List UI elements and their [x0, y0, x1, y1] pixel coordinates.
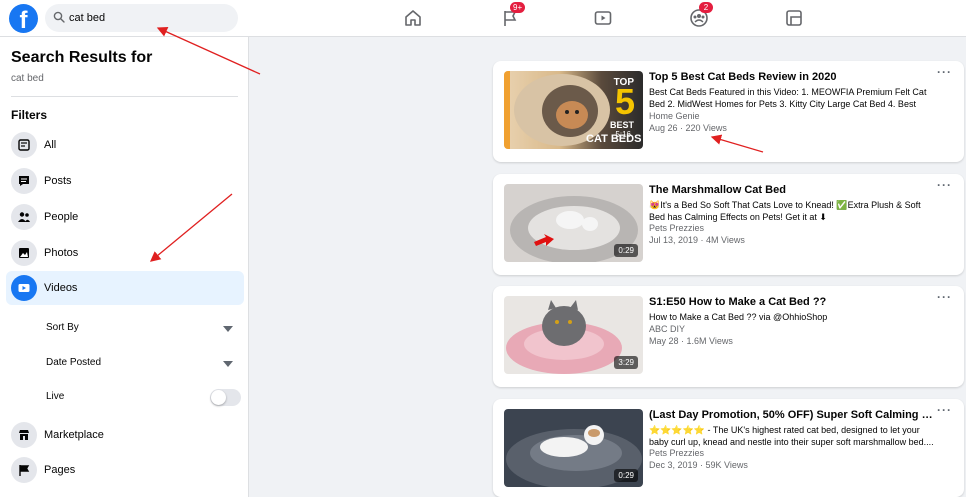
photos-icon	[11, 240, 37, 266]
sidebar-title: Search Results for	[11, 49, 153, 66]
notification-badge: 2	[699, 2, 713, 13]
pages-icon	[11, 457, 37, 483]
videos-icon	[11, 275, 37, 301]
search-icon	[53, 10, 65, 28]
thumb-text-number: 5	[614, 81, 635, 122]
top-navigation-bar: f 9+ 2	[0, 0, 966, 37]
more-options-icon[interactable]: ···	[937, 403, 952, 417]
video-title[interactable]: (Last Day Promotion, 50% OFF) Super Soft…	[649, 409, 939, 421]
people-icon	[11, 204, 37, 230]
video-result-card[interactable]: 0:29 (Last Day Promotion, 50% OFF) Super…	[493, 399, 964, 497]
filter-label: All	[44, 139, 57, 151]
pages-flag-icon[interactable]: 9+	[498, 2, 526, 30]
caret-down-icon	[223, 326, 233, 332]
more-options-icon[interactable]: ···	[937, 290, 952, 304]
video-duration: 0:29	[614, 469, 638, 482]
video-thumbnail[interactable]: TOP 5 BEST CAT BEDS 5:16	[504, 71, 643, 149]
video-meta: May 28 · 1.6M Views	[649, 336, 733, 346]
watch-icon[interactable]	[591, 6, 615, 30]
caret-down-icon	[223, 361, 233, 367]
filter-posts[interactable]: Posts	[6, 164, 244, 198]
date-posted-dropdown[interactable]: Date Posted	[46, 354, 241, 374]
video-duration: 3:29	[614, 356, 638, 369]
more-options-icon[interactable]: ···	[937, 178, 952, 192]
search-query-label: cat bed	[11, 73, 44, 84]
filter-label: Pages	[44, 464, 76, 476]
date-posted-label: Date Posted	[46, 357, 102, 368]
video-result-card[interactable]: 0:29 The Marshmallow Cat Bed 😻It's a Bed…	[493, 174, 964, 275]
channel-name[interactable]: Home Genie	[649, 111, 700, 121]
sort-by-label: Sort By	[46, 322, 79, 333]
video-meta: Aug 26 · 220 Views	[649, 123, 727, 133]
filter-label: Photos	[44, 247, 79, 259]
video-result-card[interactable]: 3:29 S1:E50 How to Make a Cat Bed ?? How…	[493, 286, 964, 387]
gaming-icon[interactable]	[782, 6, 806, 30]
more-options-icon[interactable]: ···	[937, 65, 952, 79]
live-filter: Live	[46, 388, 241, 408]
groups-icon[interactable]: 2	[687, 2, 713, 30]
filter-pages[interactable]: Pages	[6, 453, 244, 487]
filter-marketplace[interactable]: Marketplace	[6, 418, 244, 452]
sort-by-dropdown[interactable]: Sort By	[46, 319, 241, 339]
all-icon	[11, 132, 37, 158]
divider	[11, 96, 238, 97]
filter-people[interactable]: People	[6, 200, 244, 234]
search-filters-sidebar: Search Results for cat bed Filters All P…	[0, 37, 249, 497]
filter-photos[interactable]: Photos	[6, 236, 244, 270]
filter-label: People	[44, 211, 79, 223]
search-box[interactable]	[45, 4, 238, 32]
video-description: Best Cat Beds Featured in this Video: 1.…	[649, 87, 927, 109]
video-title[interactable]: The Marshmallow Cat Bed	[649, 184, 939, 196]
filters-heading: Filters	[11, 108, 48, 122]
marketplace-icon	[11, 422, 37, 448]
notification-badge: 9+	[510, 2, 526, 13]
live-toggle[interactable]	[210, 389, 241, 406]
video-thumbnail[interactable]: 0:29	[504, 184, 643, 262]
filter-label: Posts	[44, 175, 72, 187]
filter-label: Marketplace	[44, 429, 104, 441]
video-meta: Dec 3, 2019 · 59K Views	[649, 460, 748, 470]
video-duration: 5:16	[615, 130, 631, 139]
video-thumbnail[interactable]: 3:29	[504, 296, 643, 374]
video-description: 😻It's a Bed So Soft That Cats Love to Kn…	[649, 200, 921, 222]
video-description: ⭐⭐⭐⭐⭐ - The UK's highest rated cat bed, …	[649, 425, 934, 447]
posts-icon	[11, 168, 37, 194]
toggle-knob	[211, 390, 226, 405]
video-thumbnail[interactable]: 0:29	[504, 409, 643, 487]
filter-all[interactable]: All	[6, 128, 244, 162]
channel-name[interactable]: Pets Prezzies	[649, 223, 704, 233]
video-result-card[interactable]: TOP 5 BEST CAT BEDS 5:16 Top 5 Best Cat …	[493, 61, 964, 162]
live-label: Live	[46, 391, 65, 402]
facebook-logo-icon[interactable]: f	[9, 4, 38, 34]
channel-name[interactable]: ABC DIY	[649, 324, 685, 334]
video-title[interactable]: Top 5 Best Cat Beds Review in 2020	[649, 71, 939, 83]
video-duration: 0:29	[614, 244, 638, 257]
search-input[interactable]	[69, 8, 229, 28]
video-meta: Jul 13, 2019 · 4M Views	[649, 235, 745, 245]
video-title[interactable]: S1:E50 How to Make a Cat Bed ??	[649, 296, 939, 308]
home-icon[interactable]	[401, 6, 425, 30]
channel-name[interactable]: Pets Prezzies	[649, 448, 704, 458]
video-description: How to Make a Cat Bed ?? via @OhhioShop	[649, 312, 828, 322]
filter-videos[interactable]: Videos	[6, 271, 244, 305]
filter-label: Videos	[44, 282, 78, 294]
